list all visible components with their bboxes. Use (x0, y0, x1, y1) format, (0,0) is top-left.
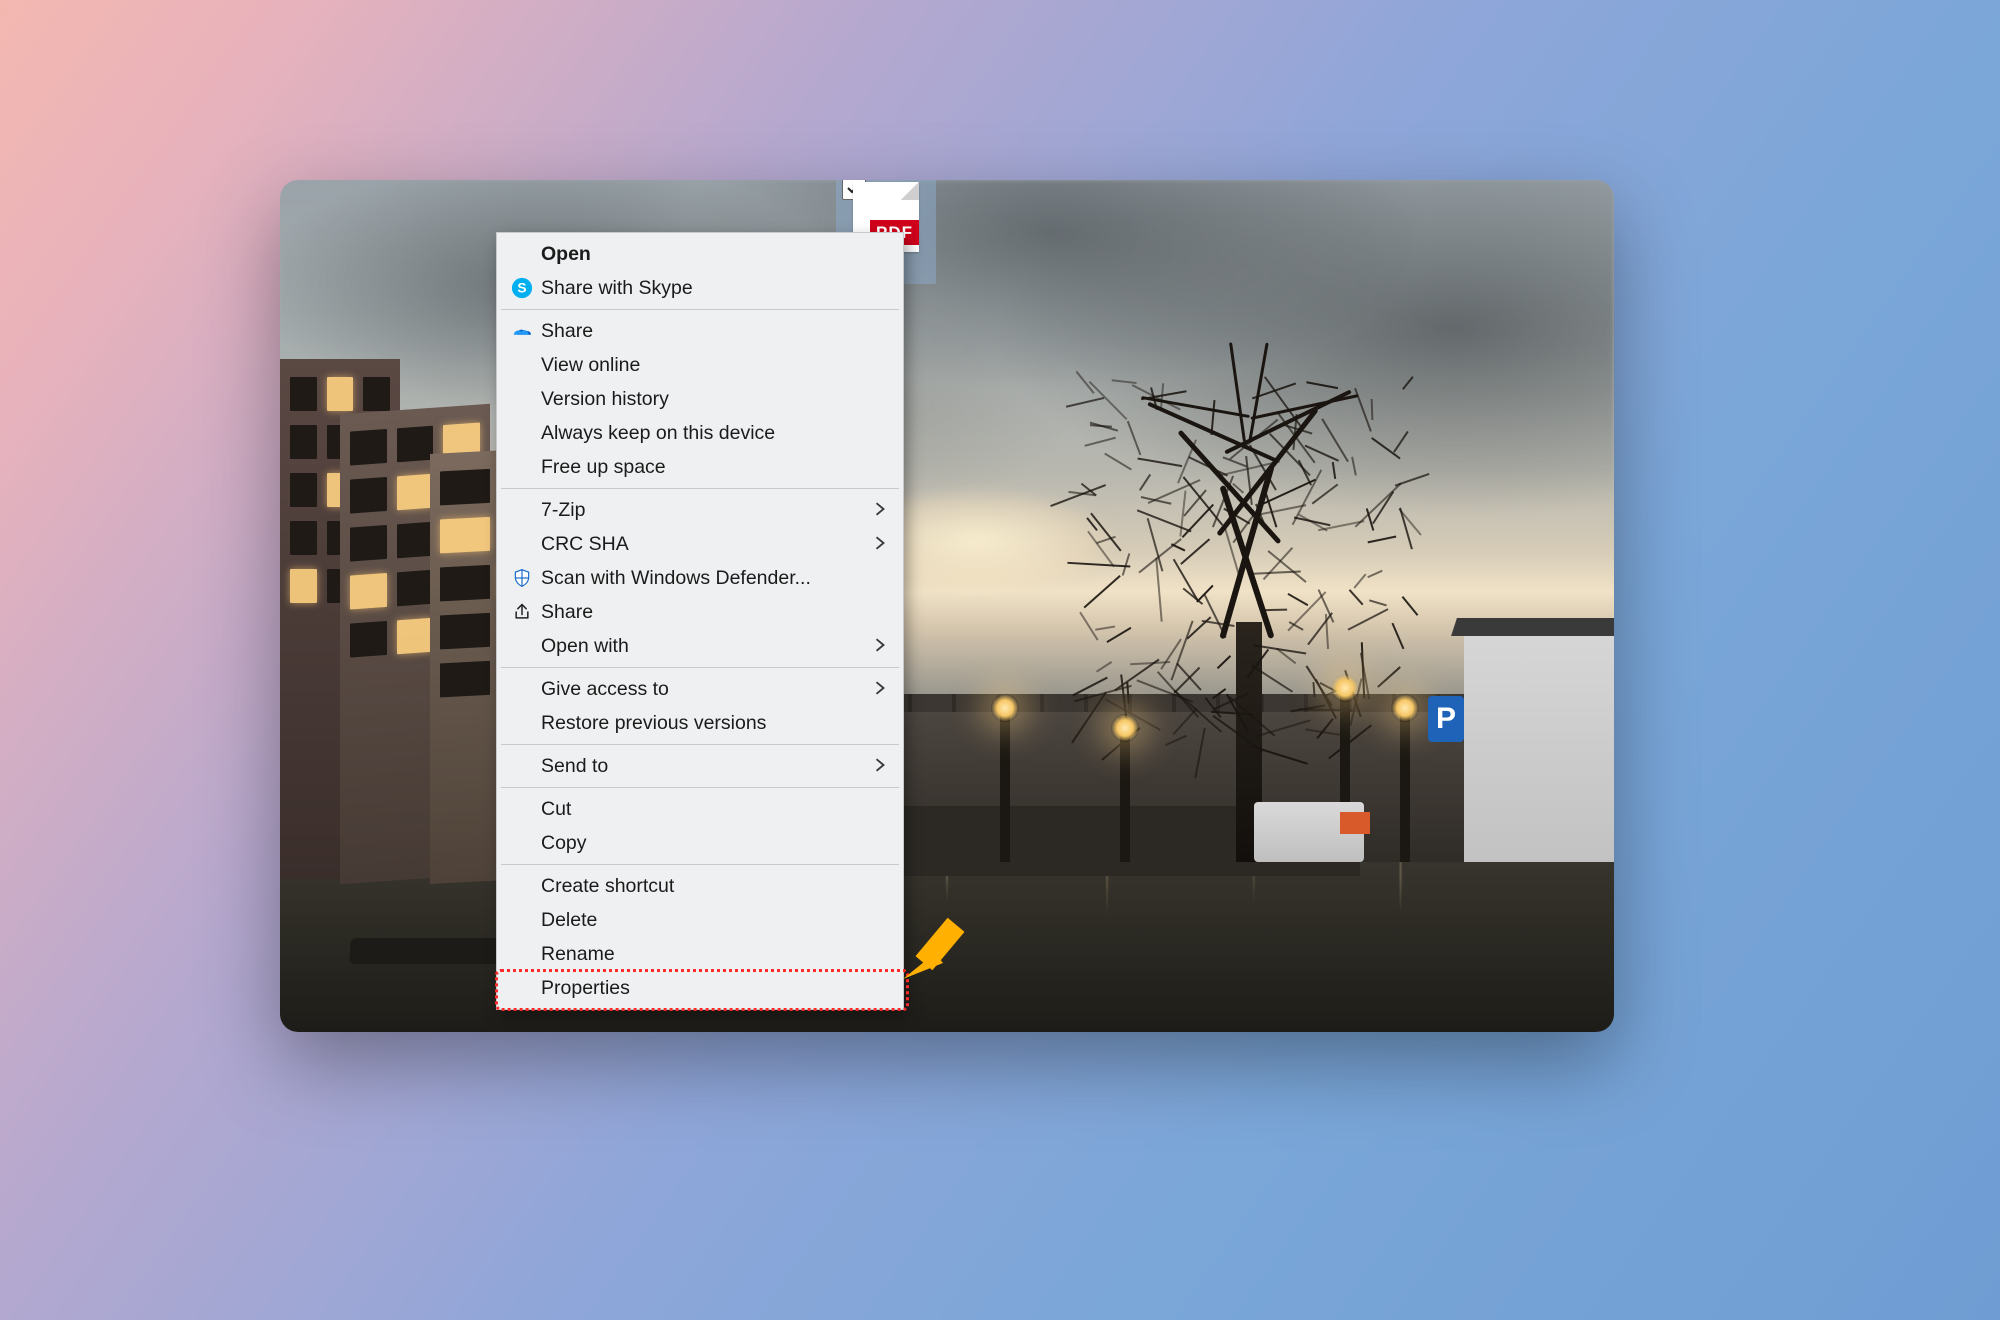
desktop-screenshot: PDF le OpenSShare with SkypeShareView on… (280, 180, 1614, 1032)
chevron-right-icon (873, 635, 887, 658)
menu-item-label: Rename (541, 943, 887, 966)
chevron-right-icon (873, 678, 887, 701)
menu-item-label: Create shortcut (541, 875, 887, 898)
menu-item-free-up[interactable]: Free up space (499, 450, 901, 484)
menu-item-share-os[interactable]: Share (499, 595, 901, 629)
menu-item-give-access[interactable]: Give access to (499, 672, 901, 706)
menu-item-crcsha[interactable]: CRC SHA (499, 527, 901, 561)
menu-item-label: Share (541, 320, 887, 343)
menu-item-label: Free up space (541, 456, 887, 479)
menu-item-label: Restore previous versions (541, 712, 887, 735)
svg-text:S: S (517, 281, 526, 296)
menu-item-cut[interactable]: Cut (499, 792, 901, 826)
menu-item-label: Scan with Windows Defender... (541, 567, 887, 590)
menu-item-openwith[interactable]: Open with (499, 629, 901, 663)
parking-sign (1428, 696, 1464, 742)
menu-item-sendto[interactable]: Send to (499, 749, 901, 783)
menu-item-label: Version history (541, 388, 887, 411)
menu-item-defender[interactable]: Scan with Windows Defender... (499, 561, 901, 595)
skype-icon: S (509, 275, 535, 301)
menu-item-label: Share with Skype (541, 277, 887, 300)
menu-item-label: Properties (541, 977, 887, 1000)
menu-item-label: View online (541, 354, 887, 377)
menu-item-rename[interactable]: Rename (499, 937, 901, 971)
menu-item-label: Open (541, 243, 887, 266)
menu-item-label: Send to (541, 755, 873, 778)
menu-item-delete[interactable]: Delete (499, 903, 901, 937)
menu-item-open[interactable]: Open (499, 237, 901, 271)
menu-item-label: Copy (541, 832, 887, 855)
menu-item-label: Give access to (541, 678, 873, 701)
menu-item-copy[interactable]: Copy (499, 826, 901, 860)
menu-item-always-keep[interactable]: Always keep on this device (499, 416, 901, 450)
chevron-right-icon (873, 533, 887, 556)
menu-item-label: CRC SHA (541, 533, 873, 556)
chevron-right-icon (873, 755, 887, 778)
defender-icon (509, 565, 535, 591)
menu-item-create-shortcut[interactable]: Create shortcut (499, 869, 901, 903)
menu-item-share-onedrive[interactable]: Share (499, 314, 901, 348)
menu-item-view-online[interactable]: View online (499, 348, 901, 382)
wallpaper (280, 180, 1614, 1032)
menu-item-label: Cut (541, 798, 887, 821)
menu-item-version-history[interactable]: Version history (499, 382, 901, 416)
chevron-right-icon (873, 499, 887, 522)
menu-item-skype[interactable]: S Share with Skype (499, 271, 901, 305)
menu-item-restore-prev[interactable]: Restore previous versions (499, 706, 901, 740)
menu-item-label: Share (541, 601, 887, 624)
menu-item-properties[interactable]: Properties (499, 971, 901, 1005)
context-menu: Open S Share with Skype Share View online Ver… (496, 232, 904, 1010)
menu-item-label: Open with (541, 635, 873, 658)
menu-item-7zip[interactable]: 7-Zip (499, 493, 901, 527)
onedrive-icon (509, 318, 535, 344)
menu-item-label: 7-Zip (541, 499, 873, 522)
menu-item-label: Always keep on this device (541, 422, 887, 445)
menu-item-label: Delete (541, 909, 887, 932)
share-icon (509, 599, 535, 625)
